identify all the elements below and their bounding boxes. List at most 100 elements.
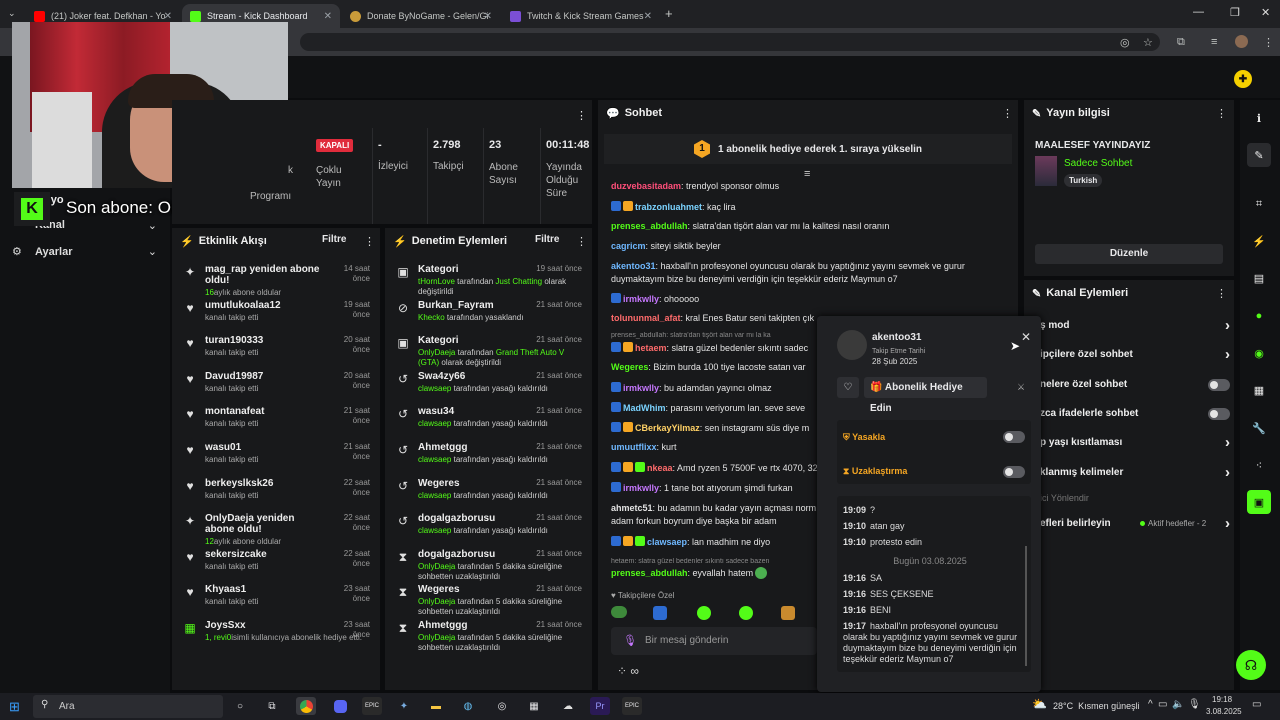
wrench-icon[interactable]: 🔧 bbox=[1247, 416, 1271, 440]
network-icon[interactable]: ▭ bbox=[1158, 699, 1167, 710]
task-view-icon[interactable]: ○ bbox=[230, 697, 250, 715]
minimize-icon[interactable]: — bbox=[1193, 6, 1204, 18]
activity-item[interactable]: ♥ umutlukoalaa12 kanalı takip etti 19 saat … bbox=[172, 298, 380, 334]
infinity-icon[interactable]: ⁘ ∞ bbox=[617, 664, 639, 678]
chat-message[interactable]: duymaktayım bize bu deneyimi verdiğin iç… bbox=[611, 274, 1011, 284]
windows-start-icon[interactable]: ⊞ bbox=[9, 699, 20, 715]
kebab-menu-icon[interactable]: ⋮ bbox=[364, 235, 375, 248]
toggle-switch[interactable] bbox=[1208, 379, 1230, 391]
chat-message[interactable]: akentoo31: haxball'ın profesyonel oyuncu… bbox=[611, 261, 1011, 271]
moderation-item[interactable]: ⧗ Ahmetggg OnlyDaeja tarafından 5 dakika s… bbox=[385, 618, 592, 654]
widgets-icon[interactable]: ⧉ bbox=[262, 697, 282, 715]
chat-username[interactable]: umuutflixx bbox=[611, 442, 657, 452]
chat-message[interactable]: duzvebasitadam: trendyol sponsor olmus bbox=[611, 181, 1011, 191]
close-icon[interactable]: ✕ bbox=[644, 11, 652, 22]
chat-message[interactable]: tolununmal_afat: kral Enes Batur seni ta… bbox=[611, 313, 817, 323]
channel-action-row[interactable]: p yaşı kısıtlaması › bbox=[1040, 434, 1230, 451]
dots-icon[interactable]: ⁖ bbox=[1247, 453, 1271, 477]
activity-item[interactable]: ♥ sekersizcake kanalı takip etti 22 saat ön… bbox=[172, 547, 380, 583]
chat-message[interactable]: nkeaa: Amd ryzen 5 7500F ve rtx 4070, 32 bbox=[611, 462, 817, 473]
moderation-item[interactable]: ⧗ Wegeres OnlyDaeja tarafından 5 dakika sü… bbox=[385, 582, 592, 618]
chat-message[interactable]: Wegeres: Bizim burda 100 tiye lacoste sa… bbox=[611, 362, 817, 372]
notification-icon[interactable]: ▭ bbox=[1252, 699, 1261, 710]
weather-text[interactable]: 28°C Kısmen güneşli bbox=[1053, 701, 1140, 711]
close-icon[interactable]: ✕ bbox=[164, 11, 172, 22]
chat-message[interactable]: cagricm: siteyi siktik beyler bbox=[611, 241, 1011, 251]
chat-message[interactable]: MadWhim: parasını veriyorum lan. seve se… bbox=[611, 402, 817, 413]
emote-2[interactable] bbox=[653, 606, 667, 620]
emote-1[interactable] bbox=[611, 606, 627, 618]
bookmark-star-icon[interactable]: ☆ bbox=[1143, 36, 1153, 49]
username[interactable]: akentoo31 bbox=[872, 332, 921, 343]
pencil-tool-icon[interactable]: ✎ bbox=[1247, 143, 1271, 167]
filter-button[interactable]: Filtre bbox=[322, 234, 346, 245]
activity-item[interactable]: ▦ JoysSxx 1, revi0isimli kullanıcıya abone… bbox=[172, 618, 380, 654]
kebab-menu-icon[interactable]: ⋮ bbox=[576, 235, 587, 248]
kebab-menu-icon[interactable]: ⋮ bbox=[1002, 107, 1013, 120]
chat-username[interactable]: tolununmal_afat bbox=[611, 313, 681, 323]
chat-username[interactable]: CBerkayYilmaz bbox=[635, 423, 700, 433]
edit-button[interactable]: Düzenle bbox=[1035, 244, 1223, 264]
tag-chip[interactable]: Turkish bbox=[1064, 174, 1103, 187]
weather-icon[interactable]: ⛅ bbox=[1032, 697, 1047, 711]
chat-message[interactable]: prenses_abdullah: slatra'dan tişört alan… bbox=[611, 221, 1011, 231]
mod-sword-icon[interactable]: ⚔ bbox=[1017, 382, 1025, 393]
activity-item[interactable]: ♥ turan190333 kanalı takip etti 20 saat önc… bbox=[172, 333, 380, 369]
emote-4[interactable] bbox=[739, 606, 753, 620]
chat-username[interactable]: prenses_abdullah bbox=[611, 568, 688, 578]
channel-action-row[interactable]: ipçilere özel sohbet › bbox=[1040, 346, 1230, 363]
activity-item[interactable]: ♥ montanafeat kanalı takip etti 21 saat önc… bbox=[172, 404, 380, 440]
close-icon[interactable]: ✕ bbox=[484, 11, 492, 22]
activity-item[interactable]: ♥ berkeyslksk26 kanalı takip etti 22 saat ö… bbox=[172, 476, 380, 512]
chat-message[interactable]: irmkwlly: bu adamdan yayıncı olmaz bbox=[611, 382, 817, 393]
activity-item[interactable]: ♥ wasu01 kanalı takip etti 21 saat önce bbox=[172, 440, 380, 476]
chat-username[interactable]: trabzonluahmet bbox=[635, 202, 702, 212]
chat-username[interactable]: prenses_abdullah bbox=[611, 221, 688, 231]
chat-username[interactable]: akentoo31 bbox=[611, 261, 656, 271]
chat-username[interactable]: irmkwlly bbox=[623, 294, 659, 304]
close-icon[interactable]: ✕ bbox=[324, 11, 332, 22]
channel-action-row[interactable]: klanmış kelimeler › bbox=[1040, 464, 1230, 481]
chat-username[interactable]: MadWhim bbox=[623, 403, 666, 413]
activity-item[interactable]: ♥ Khyaas1 kanalı takip etti 23 saat önce bbox=[172, 582, 380, 618]
steam-icon[interactable]: ◍ bbox=[458, 697, 478, 715]
chat-message[interactable]: irmkwlly: 1 tane bot atıyorum şimdi furk… bbox=[611, 482, 817, 493]
channel-action-row[interactable]: zca ifadelerle sohbet bbox=[1040, 408, 1230, 422]
moderation-item[interactable]: ▣ Kategori OnlyDaeja tarafından Grand Thef… bbox=[385, 333, 592, 369]
extensions-icon[interactable]: ⧉ bbox=[1177, 36, 1185, 49]
url-field[interactable] bbox=[300, 33, 1160, 51]
chat-message[interactable]: ahmetc51: bu adamın bu kadar yayın açmas… bbox=[611, 503, 817, 513]
chat-username[interactable]: irmkwlly bbox=[623, 383, 659, 393]
info-icon[interactable]: ℹ bbox=[1247, 106, 1271, 130]
kick-logo-icon[interactable]: ✚ bbox=[1234, 70, 1252, 88]
nav-settings[interactable]: ⚙ Ayarlar ⌄ bbox=[12, 245, 165, 261]
emote-5[interactable] bbox=[781, 606, 795, 620]
stats-menu-icon[interactable]: ⋮ bbox=[576, 109, 587, 122]
gift-sub-button[interactable]: 🎁 Abonelik Hediye Edin bbox=[864, 377, 987, 414]
layout-icon[interactable]: ▦ bbox=[1247, 378, 1271, 402]
chat-username[interactable]: hetaem bbox=[635, 343, 667, 353]
channel-action-row[interactable]: ş mod › bbox=[1040, 317, 1230, 334]
tray-chevron-icon[interactable]: ^ bbox=[1148, 699, 1153, 710]
clock-date[interactable]: 3.08.2025 bbox=[1206, 707, 1242, 716]
chat-message[interactable]: trabzonluahmet: kaç lira bbox=[611, 201, 1011, 212]
kebab-menu-icon[interactable]: ⋮ bbox=[1216, 107, 1227, 120]
close-window-icon[interactable]: ✕ bbox=[1261, 6, 1270, 19]
bolt-icon[interactable]: ⚡ bbox=[1247, 229, 1271, 253]
mic-icon[interactable]: 🎙 bbox=[1188, 699, 1201, 710]
chat-username[interactable]: clawsaep bbox=[647, 537, 687, 547]
taskbar-search[interactable]: ⚲ Ara bbox=[33, 695, 223, 718]
chat-username[interactable]: nkeaa bbox=[647, 463, 673, 473]
channel-action-row[interactable]: ici Yönlendir bbox=[1040, 493, 1230, 507]
browser-menu-icon[interactable]: ⋮ bbox=[1263, 36, 1274, 49]
collapse-icon[interactable]: ≡ bbox=[804, 168, 810, 180]
moderation-item[interactable]: ⊘ Burkan_Fayram Khecko tarafından yasaklan… bbox=[385, 298, 592, 334]
microphone-icon[interactable]: 🎙 bbox=[623, 634, 637, 647]
epic-games-icon[interactable]: EPIC bbox=[622, 697, 642, 715]
filter-button[interactable]: Filtre bbox=[535, 234, 559, 245]
new-tab-button[interactable]: + bbox=[665, 6, 673, 21]
app-icon[interactable]: ✦ bbox=[394, 697, 414, 715]
kebab-menu-icon[interactable]: ⋮ bbox=[1216, 287, 1227, 300]
tab-stream-games[interactable]: Twitch & Kick Stream Games ✕ bbox=[502, 4, 660, 28]
moderation-item[interactable]: ▣ Kategori tHornLove tarafından Just Chatt… bbox=[385, 262, 592, 298]
